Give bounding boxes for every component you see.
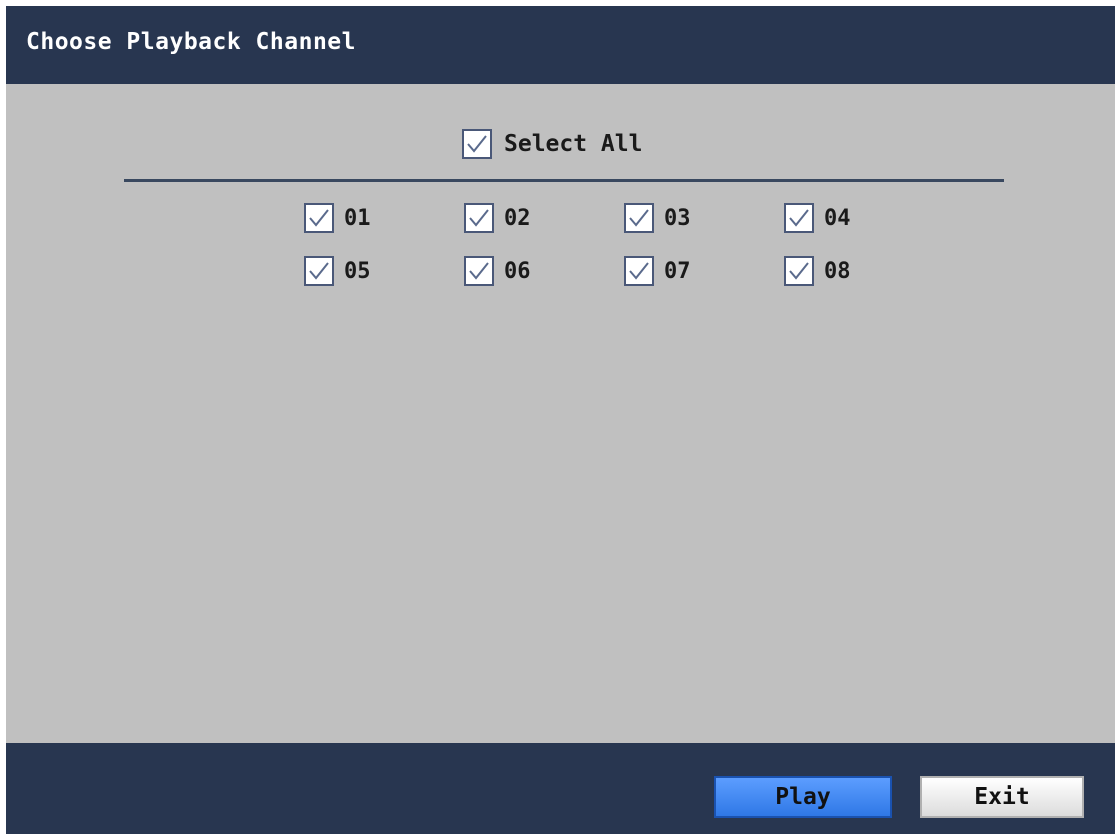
checkmark-icon	[309, 262, 329, 280]
checkmark-icon	[469, 209, 489, 227]
play-button[interactable]: Play	[714, 776, 892, 818]
checkbox-box[interactable]	[304, 203, 334, 233]
checkmark-icon	[629, 262, 649, 280]
checkbox-box[interactable]	[464, 256, 494, 286]
checkmark-icon	[789, 209, 809, 227]
channel-checkbox-06[interactable]: 06	[464, 256, 531, 286]
channel-label: 04	[824, 205, 851, 231]
divider	[124, 179, 1004, 182]
dialog-title: Choose Playback Channel	[26, 29, 356, 55]
checkbox-box[interactable]	[464, 203, 494, 233]
title-bar: Choose Playback Channel	[6, 6, 1115, 84]
footer-bar: Play Exit	[6, 743, 1115, 834]
checkbox-box[interactable]	[624, 256, 654, 286]
channel-checkbox-02[interactable]: 02	[464, 203, 531, 233]
checkbox-box[interactable]	[784, 203, 814, 233]
channel-label: 03	[664, 205, 691, 231]
channel-checkbox-03[interactable]: 03	[624, 203, 691, 233]
channel-checkbox-04[interactable]: 04	[784, 203, 851, 233]
checkbox-box[interactable]	[304, 256, 334, 286]
channel-checkbox-07[interactable]: 07	[624, 256, 691, 286]
channel-label: 06	[504, 258, 531, 284]
channel-label: 07	[664, 258, 691, 284]
channel-label: 01	[344, 205, 371, 231]
playback-channel-dialog: Choose Playback Channel Select All 01 02	[6, 6, 1115, 834]
checkbox-box[interactable]	[624, 203, 654, 233]
select-all-label: Select All	[504, 131, 643, 157]
exit-button[interactable]: Exit	[920, 776, 1084, 818]
channel-label: 05	[344, 258, 371, 284]
channel-label: 08	[824, 258, 851, 284]
dialog-content: Select All 01 02 03 04 05 06 07 08	[6, 84, 1115, 743]
checkmark-icon	[309, 209, 329, 227]
checkmark-icon	[469, 262, 489, 280]
checkbox-box[interactable]	[462, 129, 492, 159]
checkbox-box[interactable]	[784, 256, 814, 286]
checkmark-icon	[789, 262, 809, 280]
channel-checkbox-08[interactable]: 08	[784, 256, 851, 286]
checkmark-icon	[467, 135, 487, 153]
channel-checkbox-01[interactable]: 01	[304, 203, 371, 233]
channel-checkbox-05[interactable]: 05	[304, 256, 371, 286]
channel-label: 02	[504, 205, 531, 231]
select-all-checkbox[interactable]: Select All	[462, 129, 642, 159]
checkmark-icon	[629, 209, 649, 227]
